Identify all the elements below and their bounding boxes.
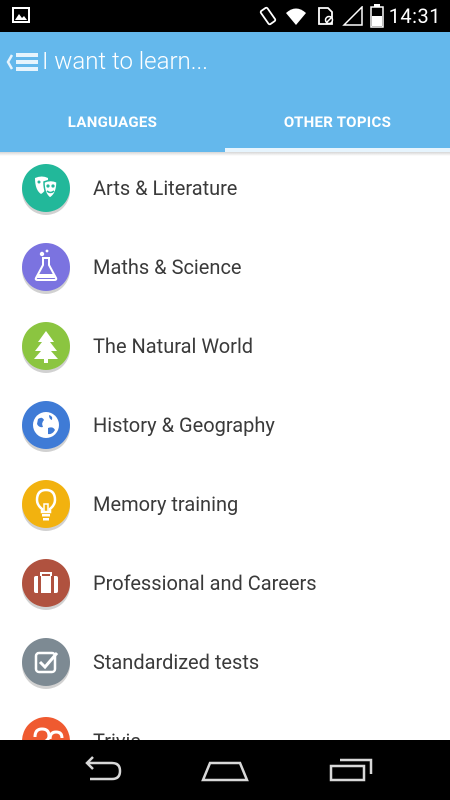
list-item-natural-world[interactable]: The Natural World (0, 310, 450, 389)
clock: 14:31 (388, 4, 441, 28)
flask-icon (22, 243, 70, 291)
list-item-label: The Natural World (93, 334, 254, 358)
theater-masks-icon (22, 164, 70, 212)
signal-icon (342, 6, 363, 26)
battery-icon (370, 4, 384, 28)
back-nav-icon[interactable] (78, 754, 124, 784)
list-item-trivia[interactable]: Trivia (0, 705, 450, 740)
tab-other-topics[interactable]: OTHER TOPICS (225, 92, 450, 152)
image-icon (12, 7, 30, 23)
navigation-bar (0, 740, 450, 800)
wifi-icon (286, 8, 306, 25)
topic-list: Arts & Literature Maths & Science The Na… (0, 152, 450, 740)
list-item-label: Arts & Literature (93, 176, 238, 200)
list-item-history-geography[interactable]: History & Geography (0, 389, 450, 468)
question-icon (22, 717, 70, 740)
checkbox-icon (22, 638, 70, 686)
rotate-phone-icon (259, 6, 277, 26)
list-item-label: Professional and Careers (93, 571, 317, 595)
list-item-label: Trivia (93, 729, 141, 740)
tab-bar: LANGUAGES OTHER TOPICS (0, 92, 450, 152)
recents-nav-icon[interactable] (328, 754, 374, 784)
list-item-label: History & Geography (93, 413, 275, 437)
lightbulb-icon (22, 480, 70, 528)
list-item-memory-training[interactable]: Memory training (0, 468, 450, 547)
back-menu-icon[interactable] (6, 49, 40, 75)
globe-icon (22, 401, 70, 449)
app-bar: I want to learn... (0, 32, 450, 92)
list-item-standardized-tests[interactable]: Standardized tests (0, 626, 450, 705)
sim-icon (318, 7, 334, 25)
list-item-label: Standardized tests (93, 650, 260, 674)
list-item-arts-literature[interactable]: Arts & Literature (0, 152, 450, 231)
tree-icon (22, 322, 70, 370)
list-item-label: Memory training (93, 492, 239, 516)
briefcase-icon (22, 559, 70, 607)
list-item-professional-careers[interactable]: Professional and Careers (0, 547, 450, 626)
status-bar: 14:31 (0, 0, 450, 32)
list-item-label: Maths & Science (93, 255, 242, 279)
list-item-maths-science[interactable]: Maths & Science (0, 231, 450, 310)
home-nav-icon[interactable] (200, 754, 250, 784)
tab-shadow (0, 152, 450, 156)
page-title: I want to learn... (42, 47, 208, 75)
tab-languages[interactable]: LANGUAGES (0, 92, 225, 152)
